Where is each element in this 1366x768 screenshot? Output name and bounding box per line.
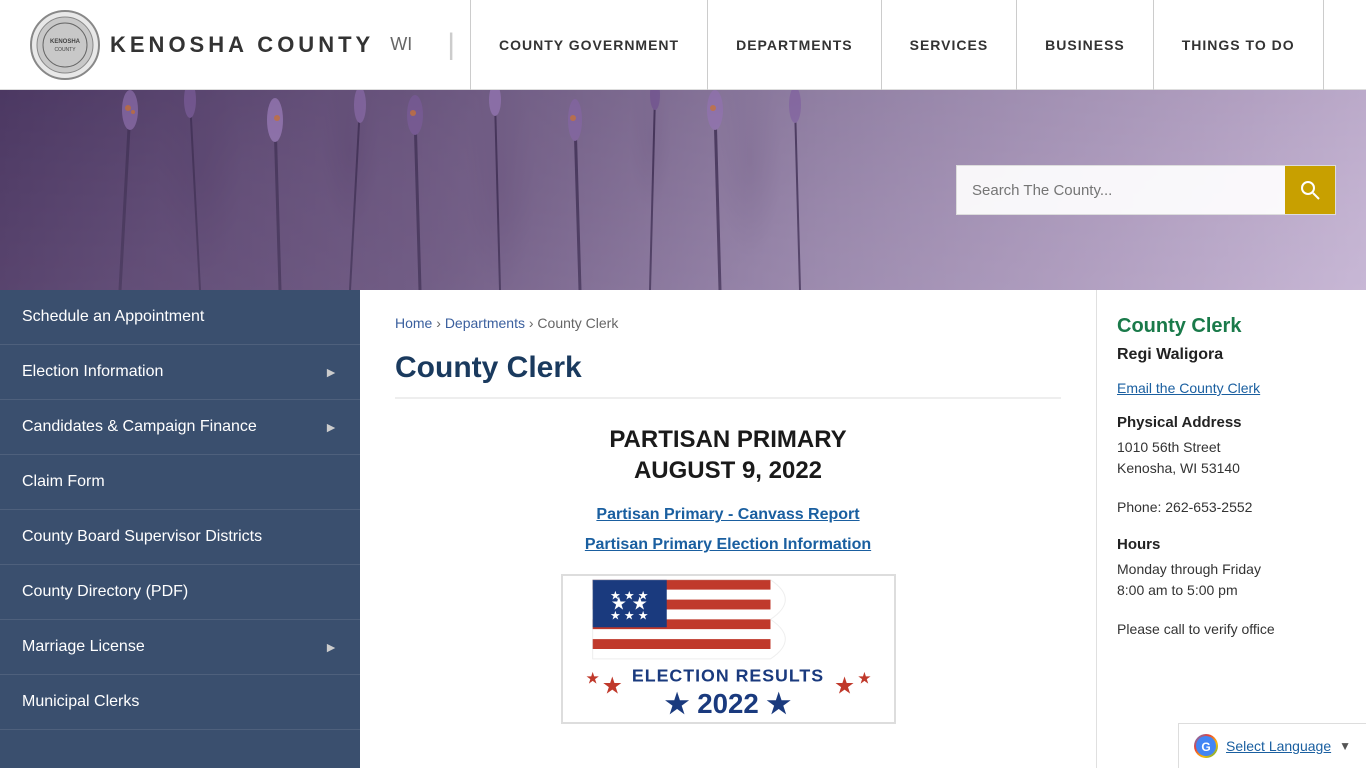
nav-business[interactable]: BUSINESS <box>1017 0 1154 90</box>
dropdown-icon: ▼ <box>1339 739 1351 753</box>
search-button[interactable] <box>1285 166 1335 214</box>
chevron-right-icon: ► <box>324 419 338 435</box>
election-results-image: ★ ★ ★ ★ ★ ★ ★ ★ ★ ★ ★ ★ ELECTION RESULTS… <box>561 574 896 724</box>
sidebar: Schedule an Appointment Election Informa… <box>0 290 360 768</box>
content-links: Partisan Primary - Canvass Report Partis… <box>395 506 1061 554</box>
search-icon <box>1300 180 1320 200</box>
main-content: Home › Departments › County Clerk County… <box>360 290 1096 768</box>
svg-text:★ 2022 ★: ★ 2022 ★ <box>664 689 791 720</box>
select-language-label[interactable]: Select Language <box>1226 738 1331 754</box>
sidebar-item-supervisor-districts[interactable]: County Board Supervisor Districts <box>0 510 360 565</box>
right-panel: County Clerk Regi Waligora Email the Cou… <box>1096 290 1366 768</box>
state-abbr: WI <box>390 34 412 55</box>
email-clerk-link[interactable]: Email the County Clerk <box>1117 380 1346 396</box>
election-results-graphic: ★ ★ ★ ★ ★ ★ ★ ★ ★ ★ ★ ★ ELECTION RESULTS… <box>563 574 894 724</box>
svg-text:KENOSHA: KENOSHA <box>50 39 81 45</box>
main-navigation: COUNTY GOVERNMENT DEPARTMENTS SERVICES B… <box>470 0 1336 90</box>
sidebar-item-county-directory[interactable]: County Directory (PDF) <box>0 565 360 620</box>
chevron-right-icon: ► <box>324 364 338 380</box>
svg-text:ELECTION RESULTS: ELECTION RESULTS <box>631 666 823 686</box>
nav-departments[interactable]: DEPARTMENTS <box>708 0 882 90</box>
address-title: Physical Address <box>1117 414 1346 431</box>
svg-text:★: ★ <box>601 674 622 700</box>
select-language-bar: G Select Language ▼ <box>1178 723 1366 768</box>
nav-things-to-do[interactable]: THINGS TO DO <box>1154 0 1324 90</box>
hours-text: Monday through Friday 8:00 am to 5:00 pm <box>1117 559 1346 601</box>
svg-text:G: G <box>1201 740 1210 754</box>
svg-text:★: ★ <box>857 671 871 688</box>
phone-text: Phone: 262-653-2552 <box>1117 497 1346 518</box>
primary-heading: PARTISAN PRIMARY AUGUST 9, 2022 <box>395 424 1061 486</box>
chevron-right-icon: ► <box>324 639 338 655</box>
panel-title: County Clerk <box>1117 315 1346 338</box>
county-seal: KENOSHA COUNTY <box>30 10 100 80</box>
sidebar-item-claim-form[interactable]: Claim Form <box>0 455 360 510</box>
nav-county-government[interactable]: COUNTY GOVERNMENT <box>470 0 708 90</box>
logo-area: KENOSHA COUNTY KENOSHA COUNTY WI <box>30 10 412 80</box>
sidebar-item-municipal-clerks[interactable]: Municipal Clerks <box>0 675 360 730</box>
site-name: KENOSHA COUNTY <box>110 32 374 58</box>
canvass-report-link[interactable]: Partisan Primary - Canvass Report <box>596 506 859 524</box>
search-input[interactable] <box>957 166 1285 214</box>
address-text: 1010 56th Street Kenosha, WI 53140 <box>1117 437 1346 479</box>
content-wrapper: Schedule an Appointment Election Informa… <box>0 290 1366 768</box>
sidebar-item-marriage-license[interactable]: Marriage License ► <box>0 620 360 675</box>
breadcrumb: Home › Departments › County Clerk <box>395 315 1061 331</box>
please-call-text: Please call to verify office <box>1117 619 1346 640</box>
svg-text:★ ★ ★: ★ ★ ★ <box>609 609 647 623</box>
sidebar-item-election-info[interactable]: Election Information ► <box>0 345 360 400</box>
sidebar-item-candidates[interactable]: Candidates & Campaign Finance ► <box>0 400 360 455</box>
search-box <box>956 165 1336 215</box>
clerk-name: Regi Waligora <box>1117 346 1346 364</box>
hours-title: Hours <box>1117 536 1346 553</box>
sidebar-item-schedule[interactable]: Schedule an Appointment <box>0 290 360 345</box>
page-title: County Clerk <box>395 351 1061 399</box>
site-header: KENOSHA COUNTY KENOSHA COUNTY WI | COUNT… <box>0 0 1366 90</box>
election-info-link[interactable]: Partisan Primary Election Information <box>585 536 871 554</box>
breadcrumb-current: County Clerk <box>537 315 618 331</box>
google-translate-icon: G <box>1194 734 1218 758</box>
hero-banner <box>0 90 1366 290</box>
svg-text:★ ★ ★: ★ ★ ★ <box>609 589 647 603</box>
nav-divider: | <box>447 28 455 62</box>
nav-services[interactable]: SERVICES <box>882 0 1018 90</box>
svg-text:COUNTY: COUNTY <box>54 47 76 53</box>
breadcrumb-home[interactable]: Home <box>395 315 432 331</box>
svg-text:★: ★ <box>833 674 854 700</box>
breadcrumb-departments[interactable]: Departments <box>445 315 525 331</box>
svg-text:★: ★ <box>585 671 599 688</box>
